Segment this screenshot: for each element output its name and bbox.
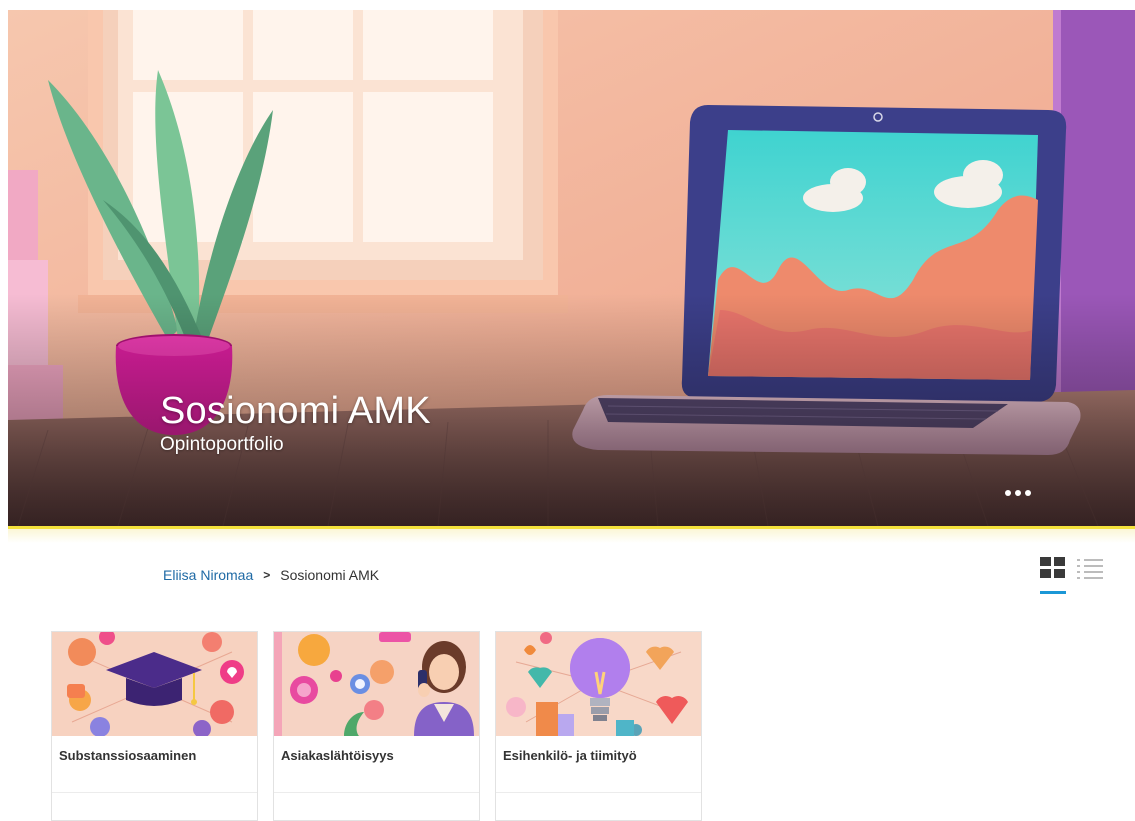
breadcrumb-link-owner[interactable]: Eliisa Niromaa <box>163 567 253 583</box>
accent-divider-fade <box>8 529 1135 543</box>
graduation-cap-illustration <box>52 632 257 736</box>
grid-view-button[interactable] <box>1040 557 1066 594</box>
breadcrumb: Eliisa Niromaa > Sosionomi AMK <box>163 567 379 583</box>
more-options-button[interactable] <box>994 480 1042 506</box>
card-divider <box>274 792 479 793</box>
collection-card-esihenkilo-ja-tiimityo[interactable]: Esihenkilö- ja tiimityö <box>495 631 702 821</box>
card-thumbnail <box>52 632 257 736</box>
card-title: Substanssiosaaminen <box>59 748 197 763</box>
page-title: Sosionomi AMK <box>160 390 431 432</box>
card-divider <box>52 792 257 793</box>
card-thumbnail <box>274 632 479 736</box>
card-thumbnail <box>496 632 701 736</box>
breadcrumb-current: Sosionomi AMK <box>280 567 380 583</box>
customer-service-illustration <box>274 632 479 736</box>
list-view-button[interactable] <box>1077 557 1103 581</box>
more-dots-icon <box>1005 490 1011 496</box>
collection-card-substanssiosaaminen[interactable]: Substanssiosaaminen <box>51 631 258 821</box>
collection-card-asiakaslahtoisyys[interactable]: Asiakaslähtöisyys <box>273 631 480 821</box>
card-title: Esihenkilö- ja tiimityö <box>503 748 637 763</box>
card-divider <box>496 792 701 793</box>
card-title: Asiakaslähtöisyys <box>281 748 394 763</box>
active-view-indicator <box>1040 591 1066 594</box>
hero-banner: Sosionomi AMK Opintoportfolio <box>8 10 1135 526</box>
chevron-right-icon: > <box>263 568 271 582</box>
page-subtitle: Opintoportfolio <box>160 434 284 455</box>
lightbulb-illustration <box>496 632 701 736</box>
